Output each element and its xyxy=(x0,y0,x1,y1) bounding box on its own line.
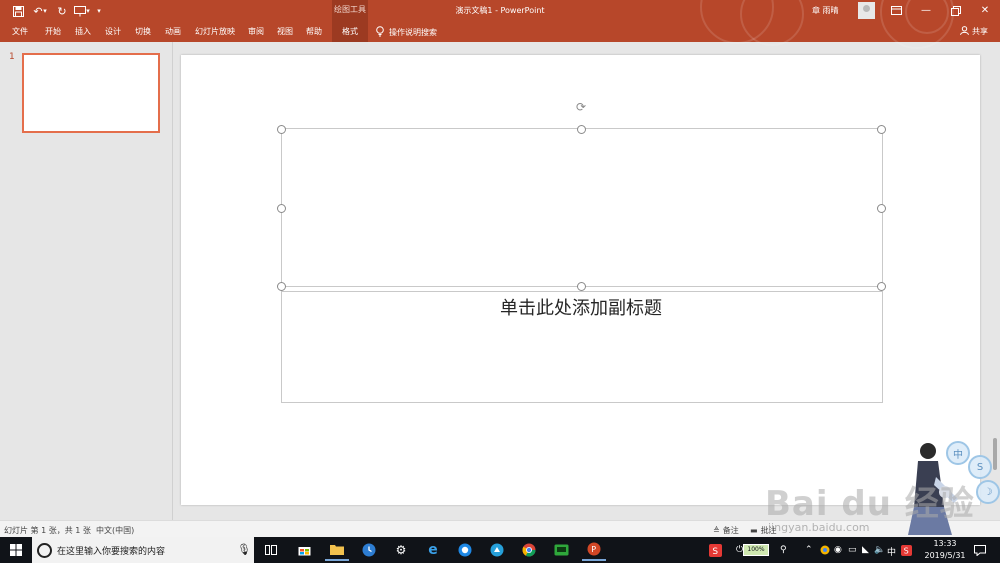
slide-thumbnail-number: 1 xyxy=(9,52,15,62)
resize-handle[interactable] xyxy=(877,204,886,213)
tell-me-label: 操作说明搜索 xyxy=(389,28,437,37)
tell-me-search[interactable]: 操作说明搜索 xyxy=(376,26,437,39)
vertical-scrollbar[interactable] xyxy=(993,438,997,470)
resize-handle[interactable] xyxy=(577,282,586,291)
windows-logo-icon[interactable] xyxy=(0,537,32,563)
game-icon[interactable] xyxy=(549,539,573,561)
clock-time[interactable]: 13:33 xyxy=(920,539,970,548)
comments-icon: ▬ xyxy=(750,526,758,535)
restore-icon[interactable] xyxy=(943,2,969,19)
svg-text:P: P xyxy=(591,545,596,554)
tab-design[interactable]: 设计 xyxy=(105,26,121,37)
share-label: 共享 xyxy=(972,27,988,36)
settings-icon[interactable]: ⚙ xyxy=(389,539,413,561)
tab-animations[interactable]: 动画 xyxy=(165,26,181,37)
subtitle-placeholder-text[interactable]: 单击此处添加副标题 xyxy=(281,294,881,320)
tab-help[interactable]: 帮助 xyxy=(306,26,322,37)
resize-handle[interactable] xyxy=(277,204,286,213)
svg-text:S: S xyxy=(903,546,908,555)
title-placeholder[interactable] xyxy=(281,128,883,287)
tab-transitions[interactable]: 切换 xyxy=(135,26,151,37)
slideshow-dropdown-icon[interactable]: ▾ xyxy=(84,3,92,19)
ribbon-display-options-icon[interactable] xyxy=(883,2,909,19)
mic-icon[interactable]: 🎙 xyxy=(237,543,251,556)
tab-insert[interactable]: 插入 xyxy=(75,26,91,37)
store-icon[interactable] xyxy=(292,539,316,561)
slide-thumbnail[interactable] xyxy=(22,53,160,133)
lightbulb-icon xyxy=(376,26,384,39)
clock-date[interactable]: 2019/5/31 xyxy=(918,551,972,560)
undo-dropdown-icon[interactable]: ▾ xyxy=(41,3,49,19)
avatar[interactable] xyxy=(858,2,875,19)
redo-icon[interactable]: ↻ xyxy=(54,3,70,19)
tab-slideshow[interactable]: 幻灯片放映 xyxy=(195,26,235,37)
close-icon[interactable]: ✕ xyxy=(972,2,998,19)
baidu-watermark-url: jingyan.baidu.com xyxy=(768,521,870,534)
tab-format[interactable]: 格式 xyxy=(342,26,358,37)
browser-icon[interactable] xyxy=(453,539,477,561)
resize-handle[interactable] xyxy=(877,282,886,291)
rotate-handle-icon[interactable]: ⟳ xyxy=(574,100,588,114)
clock-app-icon[interactable] xyxy=(357,539,381,561)
notification-icon[interactable] xyxy=(968,539,992,561)
document-title: 演示文稿1 - PowerPoint xyxy=(455,6,545,15)
customize-qat-icon[interactable]: ▾ xyxy=(92,3,106,19)
sogou-icon[interactable]: S xyxy=(706,539,724,561)
baidu-watermark: Bai du 经验 xyxy=(765,484,975,524)
chrome-icon[interactable] xyxy=(517,539,541,561)
show-hidden-icons[interactable]: ⌃ xyxy=(805,545,813,555)
network-icon[interactable]: ◣ xyxy=(862,545,869,555)
resize-handle[interactable] xyxy=(577,125,586,134)
tab-view[interactable]: 视图 xyxy=(277,26,293,37)
save-icon[interactable] xyxy=(10,3,26,19)
user-name[interactable]: 章 雨晴 xyxy=(812,5,839,16)
language-indicator[interactable]: 中文(中国) xyxy=(96,525,134,536)
ime-bubble: 中 xyxy=(946,441,970,465)
tab-review[interactable]: 审阅 xyxy=(248,26,264,37)
volume-icon[interactable]: 🔈 xyxy=(874,545,885,555)
share-person-icon xyxy=(960,26,969,37)
people-icon[interactable]: ⚲ xyxy=(780,545,787,555)
slide-counter: 幻灯片 第 1 张，共 1 张 xyxy=(4,526,91,535)
tab-file[interactable]: 文件 xyxy=(12,26,28,37)
tray-app-icon[interactable]: ◉ xyxy=(834,545,842,555)
app-icon[interactable] xyxy=(485,539,509,561)
sogou-ime-icon[interactable]: S xyxy=(898,539,914,561)
minimize-icon[interactable]: — xyxy=(913,2,939,19)
file-explorer-icon[interactable] xyxy=(325,539,349,561)
resize-handle[interactable] xyxy=(277,282,286,291)
share-button[interactable]: 共享 xyxy=(960,26,988,37)
notes-button[interactable]: ≜ 备注 xyxy=(713,525,739,536)
tab-home[interactable]: 开始 xyxy=(45,26,61,37)
svg-text:S: S xyxy=(712,547,718,557)
battery-icon[interactable]: 100% xyxy=(743,544,769,556)
contextual-group-label: 绘图工具 xyxy=(334,5,366,14)
ime-indicator[interactable]: 中 xyxy=(887,545,896,558)
tray-app-icon[interactable]: ▭ xyxy=(848,545,857,555)
resize-handle[interactable] xyxy=(877,125,886,134)
notes-label: 备注 xyxy=(722,526,739,535)
search-placeholder[interactable]: 在这里输入你要搜索的内容 xyxy=(57,544,165,557)
search-icon xyxy=(37,543,52,558)
resize-handle[interactable] xyxy=(277,125,286,134)
ime-bubble: ☽ xyxy=(976,480,1000,504)
powerpoint-icon[interactable]: P xyxy=(582,539,606,561)
task-view-icon[interactable] xyxy=(259,539,283,561)
tray-app-icon[interactable] xyxy=(820,545,830,558)
edge-icon[interactable]: e xyxy=(421,539,445,561)
notes-icon: ≜ xyxy=(713,526,720,535)
